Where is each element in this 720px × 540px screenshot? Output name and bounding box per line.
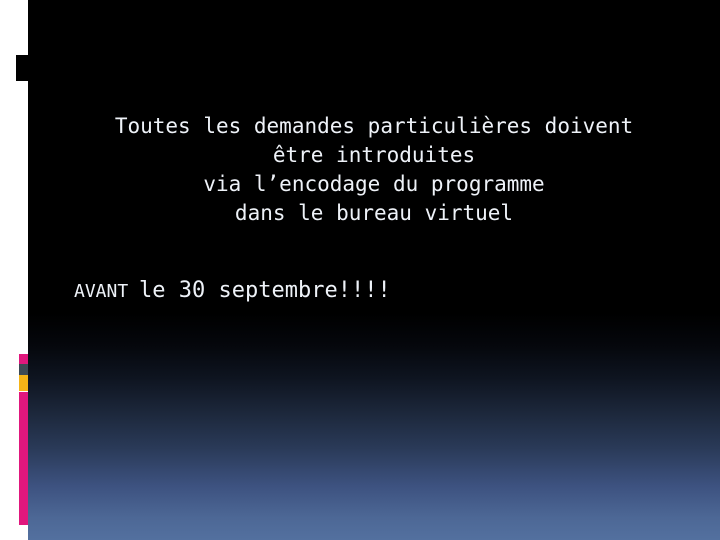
- slide-content: Toutes les demandes particulières doiven…: [28, 0, 720, 540]
- top-accent-block: [16, 55, 28, 81]
- accent-bar-pink: [19, 392, 28, 525]
- body-paragraph: Toutes les demandes particulières doiven…: [114, 114, 634, 225]
- presentation-slide: Toutes les demandes particulières doiven…: [0, 0, 720, 540]
- deadline-prefix: AVANT: [74, 281, 140, 302]
- accent-segment-slate: [19, 364, 28, 375]
- deadline-line: AVANT le 30 septembre!!!!: [74, 278, 391, 303]
- accent-segment-gold: [19, 375, 28, 391]
- accent-segment-pink-top: [19, 354, 28, 364]
- deadline-emphasis: le 30 septembre!!!!: [139, 278, 391, 303]
